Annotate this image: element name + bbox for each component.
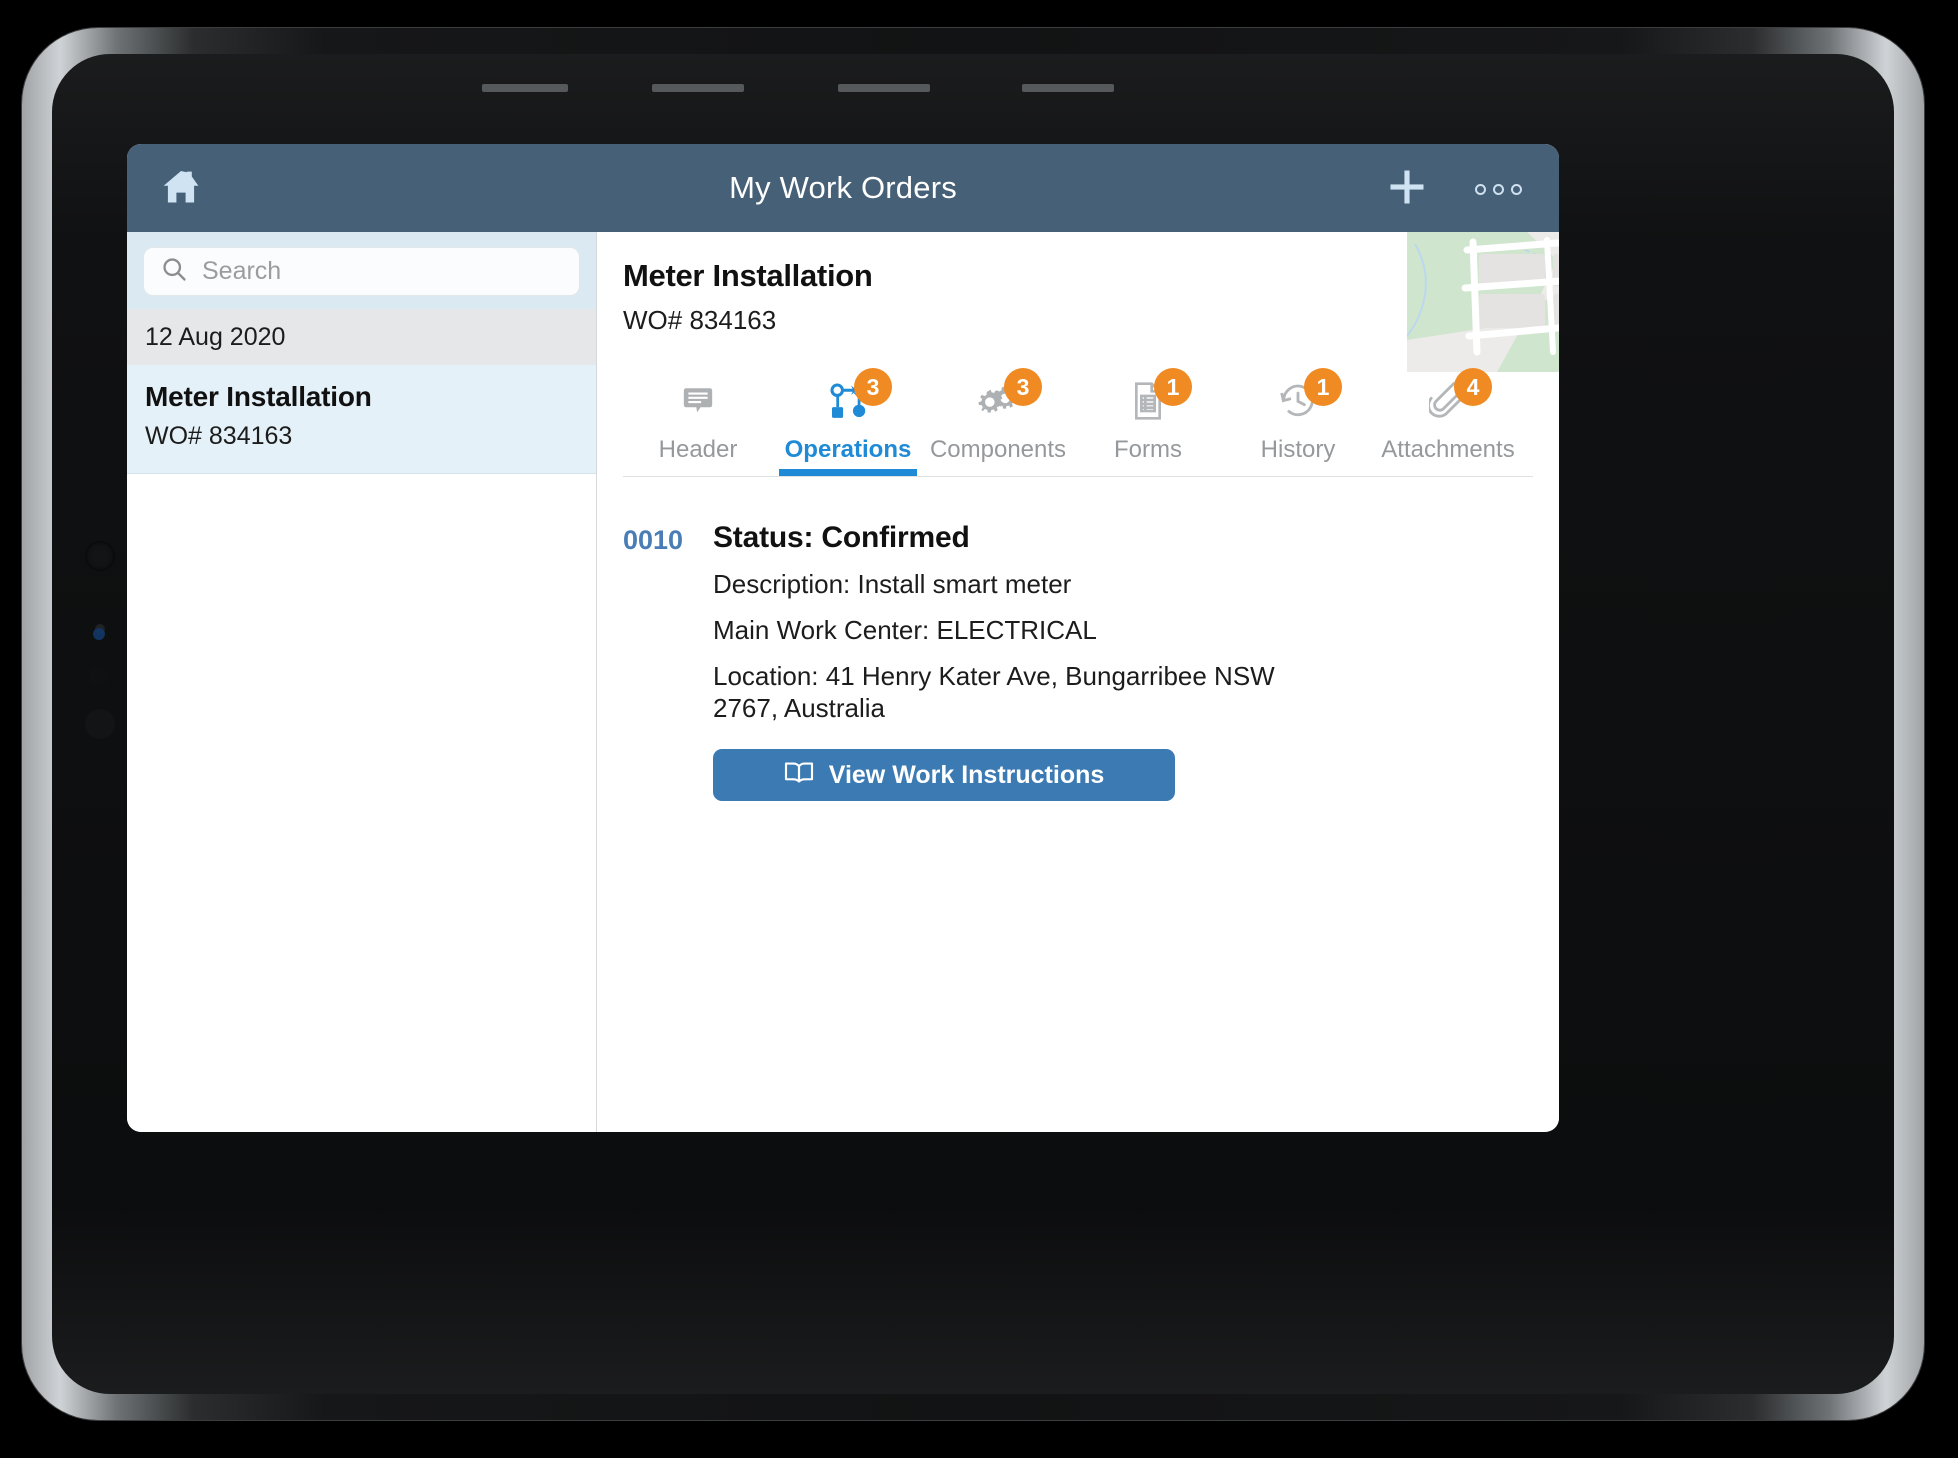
tab-badge: 3 [854,368,892,406]
tablet-device-frame: My Work Orders Search 12 Aug 2020 Meter … [22,28,1924,1420]
tablet-bezel: My Work Orders Search 12 Aug 2020 Meter … [52,54,1894,1394]
tab-badge: 3 [1004,368,1042,406]
search-icon [160,255,188,288]
tab-label: Components [929,436,1067,463]
tab-badge: 1 [1304,368,1342,406]
tab-label: P [1523,436,1559,464]
more-options-button[interactable] [1467,174,1529,204]
list-item[interactable]: Meter Installation WO# 834163 [127,365,596,474]
app-header-bar: My Work Orders [127,144,1559,232]
comment-icon [623,378,773,424]
tablet-screen: My Work Orders Search 12 Aug 2020 Meter … [127,144,1559,1132]
tab-history[interactable]: 1 History [1223,368,1373,476]
plus-icon [1385,165,1429,214]
main-body: 12 Aug 2020 Meter Installation WO# 83416… [127,232,1559,1132]
tab-label: Operations [784,436,912,463]
operation-details: Status: Confirmed Description: Install s… [701,521,1333,801]
list-item-subtitle: WO# 834163 [145,422,293,450]
list-date-header: 12 Aug 2020 [127,309,596,365]
search-container [127,232,596,309]
document-icon [1073,378,1223,424]
operation-status: Status: Confirmed [713,521,970,554]
screenshot-stage: My Work Orders Search 12 Aug 2020 Meter … [0,0,1958,1458]
book-icon [784,759,814,792]
search-box[interactable] [143,247,580,296]
tab-label: Forms [1114,436,1182,463]
device-sensor [89,666,109,686]
list-item-title: Meter Installation [145,381,372,412]
device-speaker-hole [85,541,115,571]
work-order-number: WO# 834163 [623,305,777,335]
operation-location: Location: 41 Henry Kater Ave, Bungarribe… [713,660,1275,724]
operation-description: Description: Install smart meter [713,569,1072,599]
work-order-list-sidebar: 12 Aug 2020 Meter Installation WO# 83416… [127,232,597,1132]
tab-label: Header [658,436,738,463]
tab-label: History [1260,436,1336,463]
view-work-instructions-button[interactable]: View Work Instructions [713,749,1175,801]
detail-tabs: Header 3 Operations 3 Components 1 Forms… [597,368,1559,476]
gears-icon [923,378,1073,424]
more-options-icon-dot2 [1492,183,1504,195]
device-front-camera [93,628,105,640]
partial-tab-icon [1523,378,1559,424]
work-order-title: Meter Installation [623,258,873,293]
add-work-order-button[interactable] [1381,164,1433,214]
tab-partial-next[interactable]: P [1523,378,1559,476]
tab-label: Attachments [1381,436,1515,463]
tab-components[interactable]: 3 Components [923,368,1073,476]
paperclip-icon [1373,378,1523,424]
location-map[interactable]: Steeltrap Dr E India St Henry Kater Ave … [1407,232,1559,372]
active-tab-indicator [779,469,917,476]
view-work-instructions-label: View Work Instructions [828,760,1105,789]
page-title: My Work Orders [729,170,957,205]
operation-row: 0010 Status: Confirmed Description: Inst… [597,477,1559,801]
tab-header[interactable]: Header [623,378,773,476]
tab-forms[interactable]: 1 Forms [1073,368,1223,476]
tab-operations[interactable]: 3 Operations [773,368,923,476]
device-top-antenna-bands [482,84,1222,92]
work-order-header: Meter Installation WO# 834163 [597,250,873,336]
tab-badge: 1 [1154,368,1192,406]
workflow-icon [773,378,923,424]
tab-badge: 4 [1454,368,1492,406]
operation-work-center: Main Work Center: ELECTRICAL [713,614,1097,645]
more-options-icon [1474,183,1486,195]
device-speaker-hole-2 [85,709,115,739]
more-options-icon-dot3 [1510,183,1522,195]
search-input[interactable] [202,257,563,286]
tab-attachments[interactable]: 4 Attachments [1373,368,1523,476]
operation-number: 0010 [623,525,684,555]
clock-back-icon [1223,378,1373,424]
work-order-detail-pane: Meter Installation WO# 834163 Header 3 O… [597,232,1559,1132]
